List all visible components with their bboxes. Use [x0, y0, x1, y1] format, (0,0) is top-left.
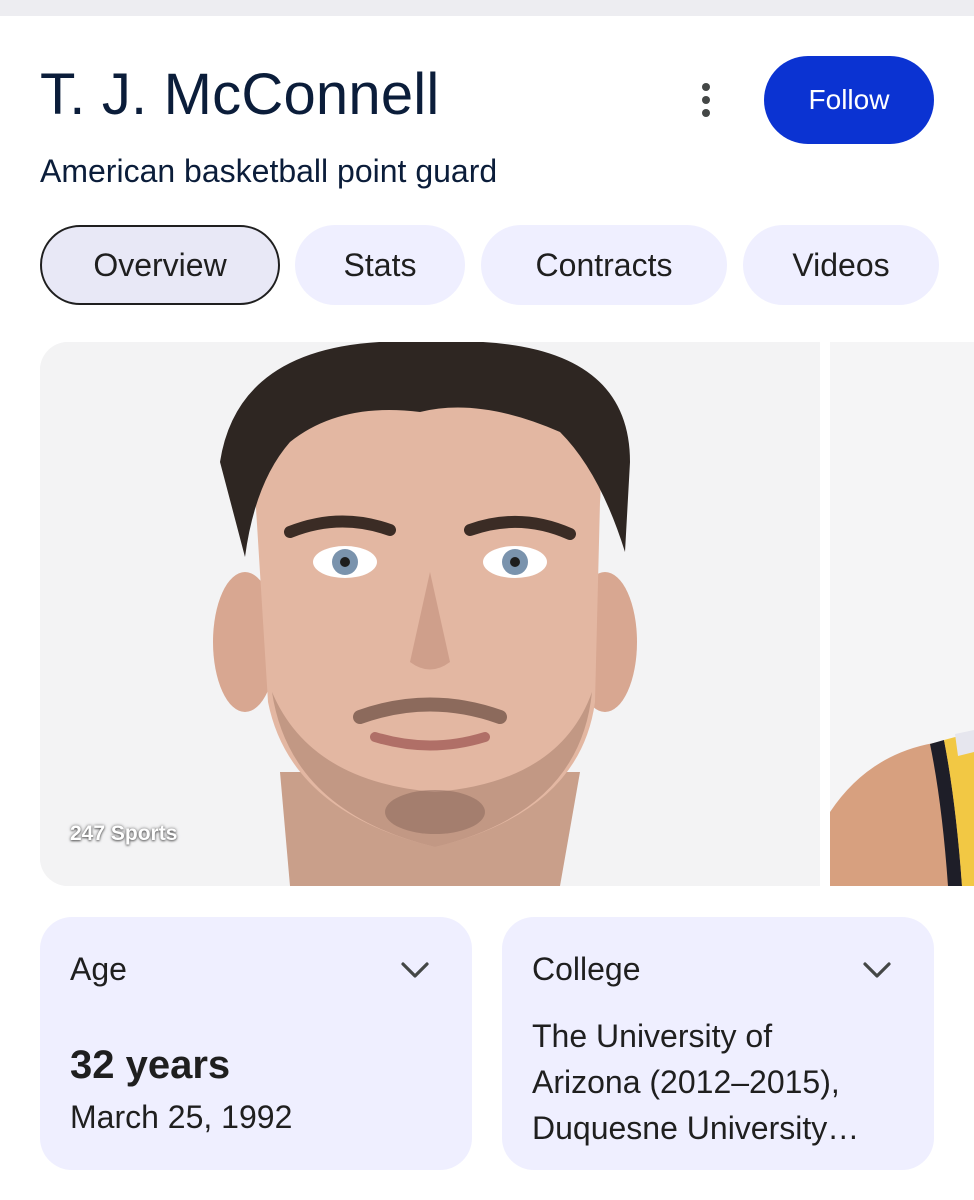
entity-title: T. J. McConnell: [40, 62, 440, 127]
follow-button[interactable]: Follow: [764, 56, 934, 144]
tab-stats[interactable]: Stats: [295, 225, 465, 305]
player-portrait-image[interactable]: 247 Sports: [40, 342, 820, 886]
tab-videos[interactable]: Videos: [743, 225, 939, 305]
birth-date: March 25, 1992: [70, 1099, 293, 1135]
more-options-icon[interactable]: [684, 76, 728, 124]
secondary-image-illustration: [830, 342, 974, 886]
age-value: 32 years: [70, 1043, 231, 1087]
entity-subtitle: American basketball point guard: [40, 153, 498, 189]
more-dot: [702, 83, 710, 91]
more-dot: [702, 109, 710, 117]
more-dot: [702, 96, 710, 104]
tab-overview[interactable]: Overview: [40, 225, 280, 305]
portrait-illustration: [40, 342, 820, 886]
fact-card-college[interactable]: College The University of Arizona (2012–…: [502, 917, 934, 1170]
chevron-down-icon[interactable]: [400, 957, 430, 981]
fact-card-age[interactable]: Age 32 years March 25, 1992: [40, 917, 472, 1170]
tab-contracts[interactable]: Contracts: [481, 225, 727, 305]
top-strip: [0, 0, 974, 16]
secondary-image[interactable]: [830, 342, 974, 886]
fact-label: Age: [70, 951, 127, 987]
image-source-label: 247 Sports: [70, 822, 178, 845]
fact-label: College: [532, 951, 641, 987]
college-value: The University of Arizona (2012–2015), D…: [532, 1018, 860, 1146]
chevron-down-icon[interactable]: [862, 957, 892, 981]
